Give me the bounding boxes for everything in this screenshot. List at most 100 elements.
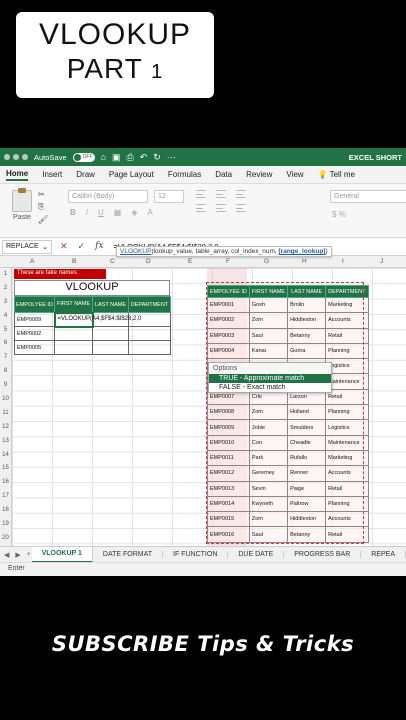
row-number[interactable]: 4 — [0, 310, 11, 324]
sheet-tab-date-format[interactable]: DATE FORMAT — [93, 551, 164, 558]
data-cell[interactable]: Renner — [287, 465, 327, 482]
cell-b4-editing[interactable]: =VLOOKUP(A4,$F$4:$I$28,2,0 — [53, 311, 141, 328]
data-cell[interactable]: Hiddleston — [287, 312, 327, 329]
italic-icon[interactable]: I — [86, 208, 88, 217]
data-cell[interactable]: Brolin — [287, 296, 327, 314]
row-number[interactable]: 7 — [0, 351, 11, 365]
prev-sheet-icon[interactable]: ◀ — [4, 551, 9, 559]
fill-color-icon[interactable]: ◈ — [131, 208, 137, 217]
tab-draw[interactable]: Draw — [76, 170, 95, 179]
row-number[interactable]: 19 — [0, 518, 11, 532]
col-f[interactable]: F — [226, 258, 230, 265]
data-cell[interactable]: EMP0015 — [207, 511, 250, 528]
tab-insert[interactable]: Insert — [42, 170, 62, 179]
cancel-icon[interactable]: ✕ — [60, 241, 68, 252]
align-bottom-icon[interactable] — [236, 190, 246, 198]
cell-a4[interactable]: EMP0009 — [14, 312, 55, 327]
align-top-icon[interactable] — [196, 190, 206, 198]
data-cell[interactable]: Smulders — [287, 419, 327, 436]
save-icon[interactable]: ▣ — [112, 152, 121, 163]
tab-view[interactable]: View — [286, 170, 303, 179]
right-header-first-name[interactable]: FIRST NAME — [248, 285, 289, 298]
row-number[interactable]: 11 — [0, 407, 11, 421]
data-cell[interactable]: Gurira — [287, 342, 327, 360]
align-middle-icon[interactable] — [216, 190, 226, 198]
tooltip-optional-arg[interactable]: [range_lookup] — [279, 248, 326, 255]
right-header-department[interactable]: DEPARTMENT — [325, 285, 369, 298]
borders-icon[interactable]: ▦ — [114, 208, 122, 217]
sheet-tab-due-date[interactable]: DUE DATE — [228, 551, 285, 558]
left-header-last-name[interactable]: LAST NAME — [92, 296, 129, 313]
row-number[interactable]: 2 — [0, 282, 11, 296]
right-header-last-name[interactable]: LAST NAME — [287, 285, 327, 298]
maximize-window-button[interactable] — [22, 154, 28, 160]
cell-c6[interactable] — [92, 340, 129, 355]
align-center-icon[interactable] — [216, 204, 226, 212]
row-number[interactable]: 16 — [0, 476, 11, 490]
cell-a5[interactable]: EMP0002 — [14, 326, 55, 341]
sheet-tab-progress-bar[interactable]: PROGRESS BAR — [284, 551, 362, 558]
tab-review[interactable]: Review — [246, 170, 272, 179]
row-number[interactable]: 17 — [0, 490, 11, 504]
data-cell[interactable]: EMP0010 — [207, 434, 250, 451]
data-cell[interactable]: Cheadle — [287, 434, 327, 451]
col-j[interactable]: J — [380, 258, 383, 265]
data-cell[interactable]: Park — [248, 449, 289, 467]
sheet-tab-vlookup-1[interactable]: VLOOKUP 1 — [31, 546, 93, 563]
row-number[interactable]: 5 — [0, 324, 11, 338]
option-false-exact[interactable]: FALSE - Exact match — [209, 383, 331, 392]
col-c[interactable]: C — [110, 258, 115, 265]
data-cell[interactable]: Accounts — [325, 511, 369, 528]
data-cell[interactable]: Saul — [248, 327, 289, 344]
data-cell[interactable]: Planning — [325, 404, 369, 421]
font-size-select[interactable]: 12 — [154, 190, 184, 203]
number-format-select[interactable]: General — [330, 190, 406, 203]
data-cell[interactable]: Betanny — [287, 526, 327, 543]
col-b[interactable]: B — [72, 258, 76, 265]
data-cell[interactable]: EMP0003 — [207, 327, 250, 344]
col-d[interactable]: D — [146, 258, 151, 265]
cell-b5[interactable] — [54, 326, 93, 341]
data-cell[interactable]: Sevin — [248, 480, 289, 497]
data-cell[interactable]: EMP0001 — [207, 296, 250, 314]
data-cell[interactable]: EMP0009 — [207, 419, 250, 436]
row-number[interactable]: 6 — [0, 337, 11, 351]
row-number[interactable]: 9 — [0, 379, 11, 393]
data-cell[interactable]: Kwyneth — [248, 495, 289, 513]
col-i[interactable]: I — [342, 258, 344, 265]
data-cell[interactable]: Geremey — [248, 465, 289, 482]
tab-data[interactable]: Data — [215, 170, 232, 179]
sheet-tab-repeat[interactable]: REPEA — [361, 551, 406, 558]
minimize-window-button[interactable] — [13, 154, 19, 160]
data-cell[interactable]: EMP0012 — [207, 465, 250, 482]
tab-formulas[interactable]: Formulas — [168, 170, 201, 179]
data-cell[interactable]: Paige — [287, 480, 327, 497]
tab-page-layout[interactable]: Page Layout — [109, 170, 154, 179]
format-painter-icon[interactable]: 🖌 — [38, 215, 48, 224]
data-cell[interactable]: EMP0002 — [207, 312, 250, 329]
row-number[interactable]: 12 — [0, 421, 11, 435]
col-a[interactable]: A — [30, 258, 34, 265]
col-g[interactable]: G — [264, 258, 269, 265]
insert-function-icon[interactable]: fx — [95, 241, 103, 252]
data-cell[interactable]: Betanny — [287, 327, 327, 344]
more-icon[interactable]: ··· — [167, 152, 176, 162]
row-number[interactable]: 15 — [0, 462, 11, 476]
close-window-button[interactable] — [4, 154, 10, 160]
data-cell[interactable]: Retail — [325, 327, 369, 344]
align-right-icon[interactable] — [236, 204, 246, 212]
bold-icon[interactable]: B — [70, 208, 76, 217]
row-number[interactable]: 14 — [0, 449, 11, 463]
tab-home[interactable]: Home — [6, 169, 29, 181]
data-cell[interactable]: EMP0004 — [207, 342, 250, 360]
copy-icon[interactable]: ⎘ — [38, 202, 48, 212]
row-number[interactable]: 18 — [0, 504, 11, 518]
row-number[interactable]: 8 — [0, 365, 11, 379]
row-number[interactable]: 13 — [0, 435, 11, 449]
redo-icon[interactable]: ↻ — [153, 152, 161, 163]
undo-icon[interactable]: ↶ — [140, 152, 148, 163]
data-cell[interactable]: Retail — [325, 480, 369, 497]
left-header-first-name[interactable]: FIRST NAME — [54, 296, 93, 313]
home-icon[interactable]: ⌂ — [101, 152, 106, 162]
data-cell[interactable]: Accounts — [325, 312, 369, 329]
